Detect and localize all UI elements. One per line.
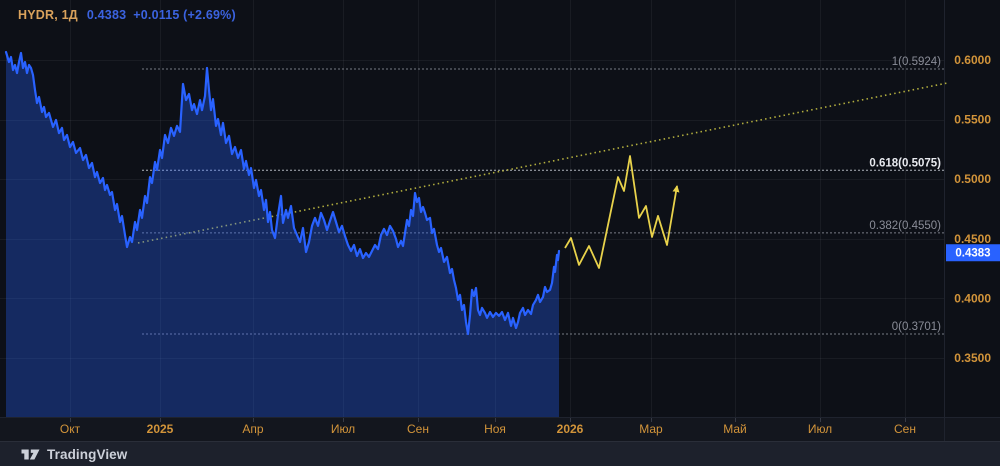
time-axis-label: Июл <box>808 422 832 436</box>
fib-level-label: 0.618(0.5075) <box>869 157 941 169</box>
price-axis-label: 0.3500 <box>954 351 991 365</box>
time-axis-label: 2025 <box>147 422 174 436</box>
price-axis-label: 0.4500 <box>954 232 991 246</box>
fib-level-label: 1(0.5924) <box>892 56 941 68</box>
fib-level-label: 0.382(0.4550) <box>869 220 941 232</box>
price-change-value: +0.0115 (+2.69%) <box>133 8 236 22</box>
tradingview-logo[interactable]: TradingView <box>21 446 127 463</box>
symbol-title[interactable]: HYDR, 1Д <box>18 8 78 22</box>
price-axis-label: 0.6000 <box>954 53 991 67</box>
time-axis-label: Сен <box>894 422 916 436</box>
bottom-toolbar: TradingView <box>0 441 1000 466</box>
price-axis-label: 0.5500 <box>954 113 991 127</box>
price-axis-label: 0.4000 <box>954 291 991 305</box>
time-axis-label: 2026 <box>557 422 584 436</box>
fib-level-label: 0(0.3701) <box>892 321 941 333</box>
time-axis-label: Ноя <box>484 422 506 436</box>
time-axis-label: Апр <box>242 422 264 436</box>
chart-canvas[interactable]: 1(0.5924) 0.618(0.5075) 0.382(0.4550) 0(0.3… <box>0 0 1000 441</box>
time-axis-label: Мар <box>639 422 663 436</box>
time-axis-label: Июл <box>331 422 355 436</box>
tradingview-logo-text: TradingView <box>47 446 128 462</box>
last-price-value: 0.4383 <box>86 8 127 22</box>
price-axis-label: 0.5000 <box>954 172 991 186</box>
time-axis-label: Сен <box>407 422 429 436</box>
time-axis-label: Окт <box>60 422 81 436</box>
symbol-legend[interactable]: HYDR, 1Д 0.4383 +0.0115 (+2.69%) <box>18 8 236 22</box>
tradingview-logo-icon <box>21 449 40 459</box>
last-price-badge-text: 0.4383 <box>955 248 990 260</box>
last-price-badge: 0.4383 <box>946 244 1000 262</box>
tradingview-chart-window: 1(0.5924) 0.618(0.5075) 0.382(0.4550) 0(0.3… <box>0 0 1000 466</box>
time-axis-label: Май <box>723 422 747 436</box>
